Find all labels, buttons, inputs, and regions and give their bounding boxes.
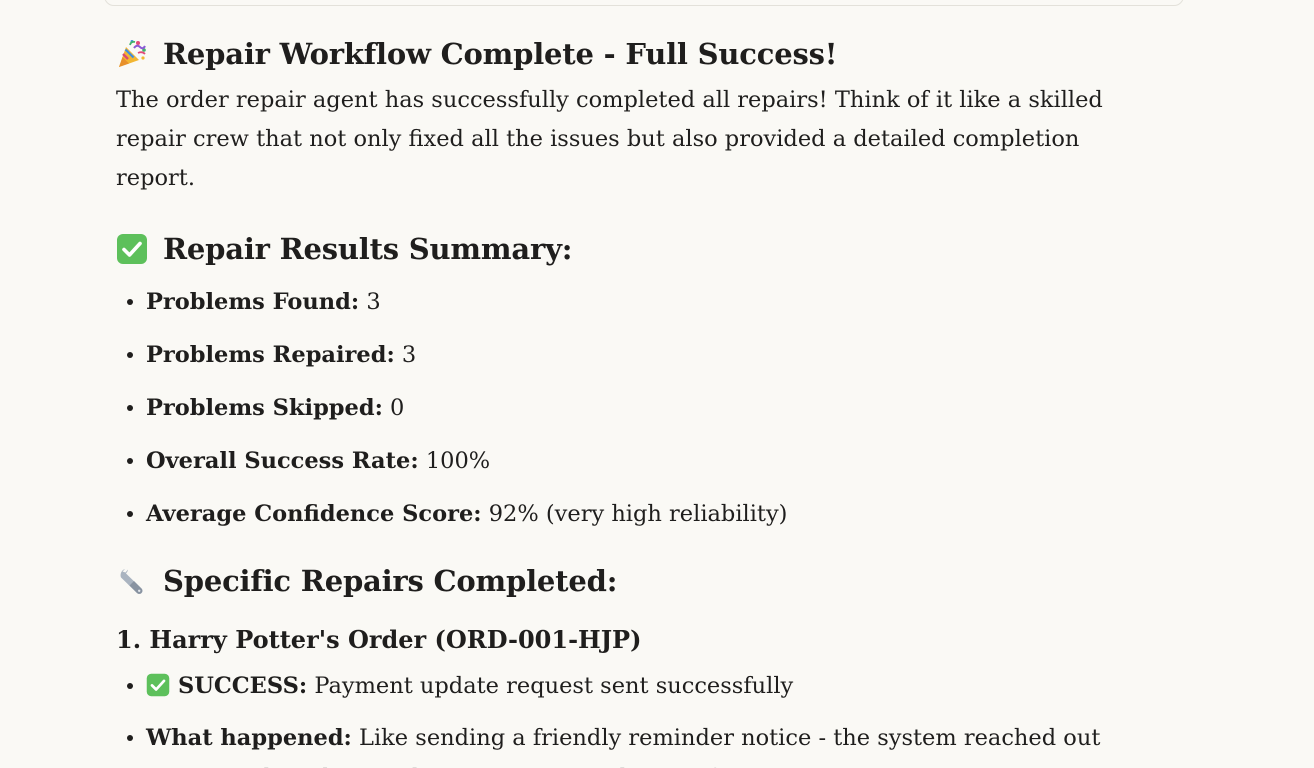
heading-text: Repair Workflow Complete - Full Success! xyxy=(163,37,838,71)
item-label: Overall Success Rate: xyxy=(146,448,419,474)
heading-text: Repair Results Summary: xyxy=(163,232,573,266)
summary-item-problems-skipped: Problems Skipped: 0 xyxy=(116,388,1126,428)
order-1-details-list: SUCCESS: Payment update request sent suc… xyxy=(116,666,1126,768)
order-1-status-item: SUCCESS: Payment update request sent suc… xyxy=(116,666,1126,706)
item-value: 3 xyxy=(401,342,417,368)
heading-specific-repairs: Specific Repairs Completed: xyxy=(116,561,1126,601)
heading-order-1: 1. Harry Potter's Order (ORD-001-HJP) xyxy=(116,624,642,654)
summary-item-success-rate: Overall Success Rate: 100% xyxy=(116,441,1126,481)
check-mark-icon xyxy=(146,673,170,697)
assistant-message: Repair Workflow Complete - Full Success!… xyxy=(116,0,1126,768)
item-value: 3 xyxy=(366,289,381,315)
item-value: 92% (very high reliability) xyxy=(488,501,788,527)
summary-list: Problems Found: 3 Problems Repaired: 3 P… xyxy=(116,282,1126,534)
order-1-what-happened-item: What happened: Like sending a friendly r… xyxy=(116,718,1126,768)
summary-item-problems-repaired: Problems Repaired: 3 xyxy=(116,335,1126,375)
check-mark-icon xyxy=(117,234,147,264)
heading-results-summary: Repair Results Summary: xyxy=(116,229,1126,269)
heading-text: Specific Repairs Completed: xyxy=(163,564,618,598)
item-label: SUCCESS: xyxy=(178,673,308,699)
party-popper-icon xyxy=(119,40,146,67)
item-value: 0 xyxy=(390,395,405,421)
summary-item-confidence-score: Average Confidence Score: 92% (very high… xyxy=(116,494,1126,534)
summary-item-problems-found: Problems Found: 3 xyxy=(116,282,1126,322)
item-label: Problems Skipped: xyxy=(146,395,383,421)
item-value: 100% xyxy=(425,448,491,474)
intro-paragraph: The order repair agent has successfully … xyxy=(116,87,1103,191)
item-label: What happened: xyxy=(146,725,352,751)
wrench-icon xyxy=(120,569,143,594)
heading-workflow-complete: Repair Workflow Complete - Full Success! xyxy=(116,34,1126,74)
item-value: Payment update request sent successfully xyxy=(314,673,794,699)
item-label: Problems Repaired: xyxy=(146,342,395,368)
item-label: Average Confidence Score: xyxy=(146,501,482,527)
item-label: Problems Found: xyxy=(146,289,360,315)
